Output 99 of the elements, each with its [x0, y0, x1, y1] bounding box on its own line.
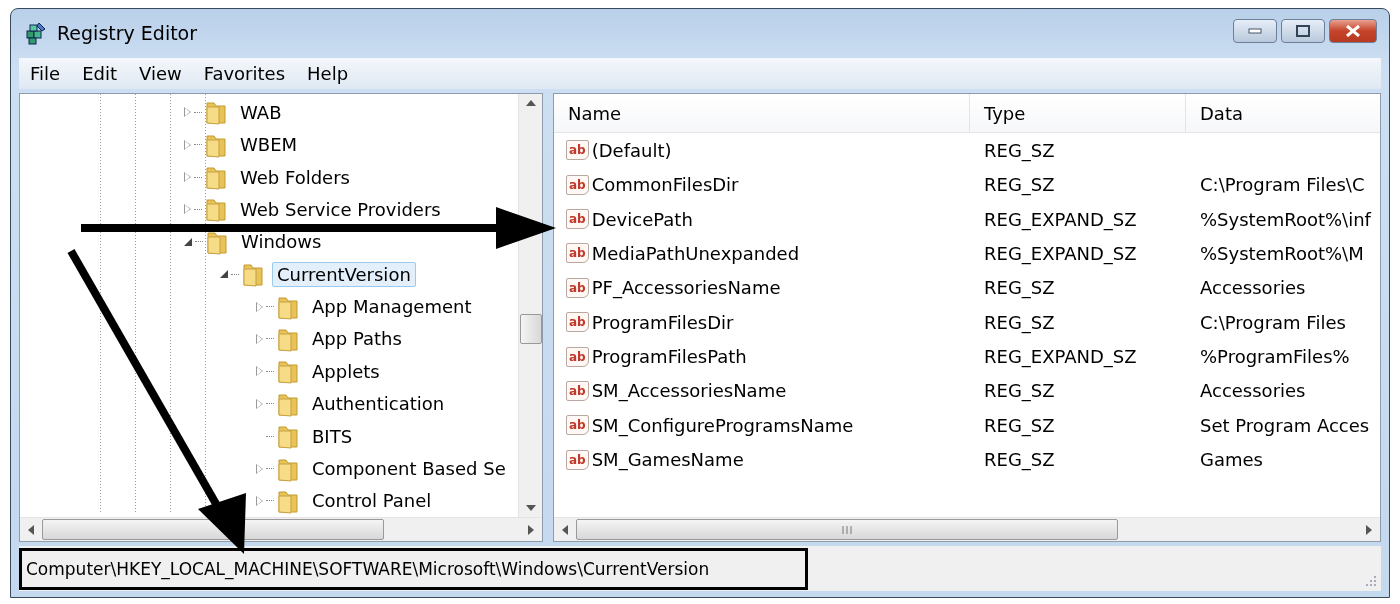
- table-cell-text: REG_SZ: [983, 139, 1056, 161]
- scroll-down-arrow-icon[interactable]: [525, 505, 536, 512]
- maximize-button[interactable]: [1281, 19, 1325, 44]
- table-cell-text: %ProgramFiles%: [1199, 346, 1351, 368]
- table-cell-text: %SystemRoot%\M: [1199, 242, 1365, 264]
- scroll-left-arrow-icon[interactable]: [562, 524, 568, 535]
- table-cell: ProgramFilesDir: [591, 311, 734, 333]
- grip-icon: [841, 524, 853, 535]
- tree-item[interactable]: Applets: [307, 358, 385, 384]
- menu-item[interactable]: Edit: [71, 62, 128, 84]
- table-cell-text: Games: [1199, 449, 1264, 471]
- table-cell-text: Accessories: [1199, 380, 1307, 402]
- string-value-icon: ab: [566, 209, 589, 229]
- table-cell: SM_ConfigureProgramsName: [591, 414, 854, 436]
- menu-item[interactable]: File: [19, 62, 72, 84]
- table-cell-text: REG_SZ: [983, 380, 1056, 402]
- scroll-left-arrow-icon[interactable]: [28, 524, 34, 535]
- table-cell-text: C:\Program Files\C: [1199, 174, 1366, 196]
- folder-icon: [277, 358, 299, 385]
- tree-item[interactable]: Windows: [236, 229, 327, 255]
- tree-item[interactable]: Control Panel: [307, 488, 437, 514]
- table-cell-text: Accessories: [1199, 277, 1307, 299]
- table-cell-text: C:\Program Files: [1199, 311, 1347, 333]
- table-cell: SM_AccessoriesName: [591, 380, 787, 402]
- table-cell: CommonFilesDir: [591, 174, 739, 196]
- string-value-icon: ab: [566, 449, 589, 470]
- string-value-icon: ab: [566, 346, 589, 367]
- vertical-scrollbar[interactable]: [518, 94, 542, 518]
- collapsed-arrow-icon[interactable]: [184, 204, 191, 215]
- tree-item[interactable]: Web Service Providers: [235, 196, 446, 222]
- collapsed-arrow-icon[interactable]: [184, 139, 191, 150]
- tree-item[interactable]: WAB: [235, 99, 287, 125]
- table-cell-text: REG_SZ: [983, 414, 1056, 436]
- string-value-icon: ab: [566, 312, 589, 333]
- status-bar-path: Computer\HKEY_LOCAL_MACHINE\SOFTWARE\Microsoft\Windows\CurrentVersion: [19, 547, 809, 590]
- scroll-up-arrow-icon[interactable]: [525, 100, 536, 107]
- table-cell-text: REG_SZ: [983, 174, 1056, 196]
- column-header[interactable]: Data: [1186, 94, 1380, 133]
- collapsed-arrow-icon[interactable]: [256, 366, 263, 377]
- collapsed-arrow-icon[interactable]: [256, 463, 263, 474]
- tree-item[interactable]: CurrentVersion: [272, 261, 416, 287]
- column-header[interactable]: Type: [970, 94, 1186, 133]
- folder-icon: [205, 99, 227, 126]
- table-cell: ProgramFilesPath: [591, 346, 747, 368]
- string-value-icon: ab: [566, 415, 589, 436]
- scroll-right-arrow-icon[interactable]: [528, 524, 534, 535]
- string-value-icon: ab: [566, 380, 589, 401]
- table-cell-text: Set Program Acces: [1199, 414, 1371, 436]
- close-button[interactable]: [1329, 19, 1377, 44]
- string-value-icon: ab: [566, 277, 589, 298]
- table-cell-text: REG_SZ: [983, 277, 1056, 299]
- table-cell: PF_AccessoriesName: [591, 277, 781, 299]
- collapsed-arrow-icon[interactable]: [184, 172, 191, 182]
- tree-item[interactable]: Web Folders: [235, 164, 355, 190]
- scroll-thumb[interactable]: [576, 519, 1118, 541]
- folder-icon: [277, 423, 299, 450]
- table-cell-text: REG_EXPAND_SZ: [983, 242, 1138, 264]
- folder-icon: [205, 164, 227, 190]
- tree-item[interactable]: WBEM: [235, 132, 303, 158]
- expanded-arrow-icon[interactable]: [220, 270, 228, 279]
- horizontal-scrollbar[interactable]: [554, 517, 1380, 542]
- folder-icon: [242, 261, 264, 288]
- table-cell-text: REG_EXPAND_SZ: [983, 346, 1138, 368]
- table-cell-text: %SystemRoot%\inf: [1199, 208, 1373, 230]
- table-cell: SM_GamesName: [591, 449, 744, 471]
- minimize-icon: [1248, 28, 1262, 35]
- table-cell-text: REG_EXPAND_SZ: [983, 208, 1138, 230]
- menu-item[interactable]: View: [128, 62, 193, 84]
- scroll-thumb[interactable]: [42, 519, 384, 541]
- collapsed-arrow-icon[interactable]: [256, 301, 263, 312]
- table-cell: DevicePath: [591, 208, 693, 230]
- resize-grip-icon: [1365, 575, 1377, 587]
- tree-item[interactable]: Authentication: [307, 391, 450, 417]
- horizontal-scrollbar[interactable]: [20, 517, 542, 542]
- column-header[interactable]: Name: [554, 94, 970, 133]
- tree-item[interactable]: BITS: [307, 423, 358, 449]
- string-value-icon: ab: [566, 140, 589, 161]
- tree-item[interactable]: App Management: [307, 294, 477, 320]
- collapsed-arrow-icon[interactable]: [256, 495, 263, 506]
- table-cell-text: REG_SZ: [983, 449, 1056, 471]
- close-icon: [1345, 25, 1361, 38]
- table-cell-text: REG_SZ: [983, 311, 1056, 333]
- maximize-icon: [1296, 25, 1310, 38]
- menu-item[interactable]: Help: [296, 62, 360, 84]
- expanded-arrow-icon[interactable]: [184, 237, 192, 246]
- collapsed-arrow-icon[interactable]: [184, 107, 191, 118]
- window-title: Registry Editor: [57, 22, 198, 45]
- collapsed-arrow-icon[interactable]: [256, 333, 263, 344]
- string-value-icon: ab: [566, 174, 589, 195]
- scroll-right-arrow-icon[interactable]: [1366, 524, 1372, 535]
- table-cell: (Default): [591, 139, 672, 161]
- tree-item[interactable]: Component Based Se: [307, 456, 511, 481]
- table-cell: MediaPathUnexpanded: [591, 242, 800, 264]
- folder-icon: [205, 196, 227, 223]
- string-value-icon: ab: [566, 243, 589, 264]
- menu-item[interactable]: Favorites: [192, 62, 296, 84]
- tree-item[interactable]: App Paths: [307, 326, 407, 352]
- collapsed-arrow-icon[interactable]: [256, 398, 263, 409]
- scroll-thumb[interactable]: [519, 314, 542, 345]
